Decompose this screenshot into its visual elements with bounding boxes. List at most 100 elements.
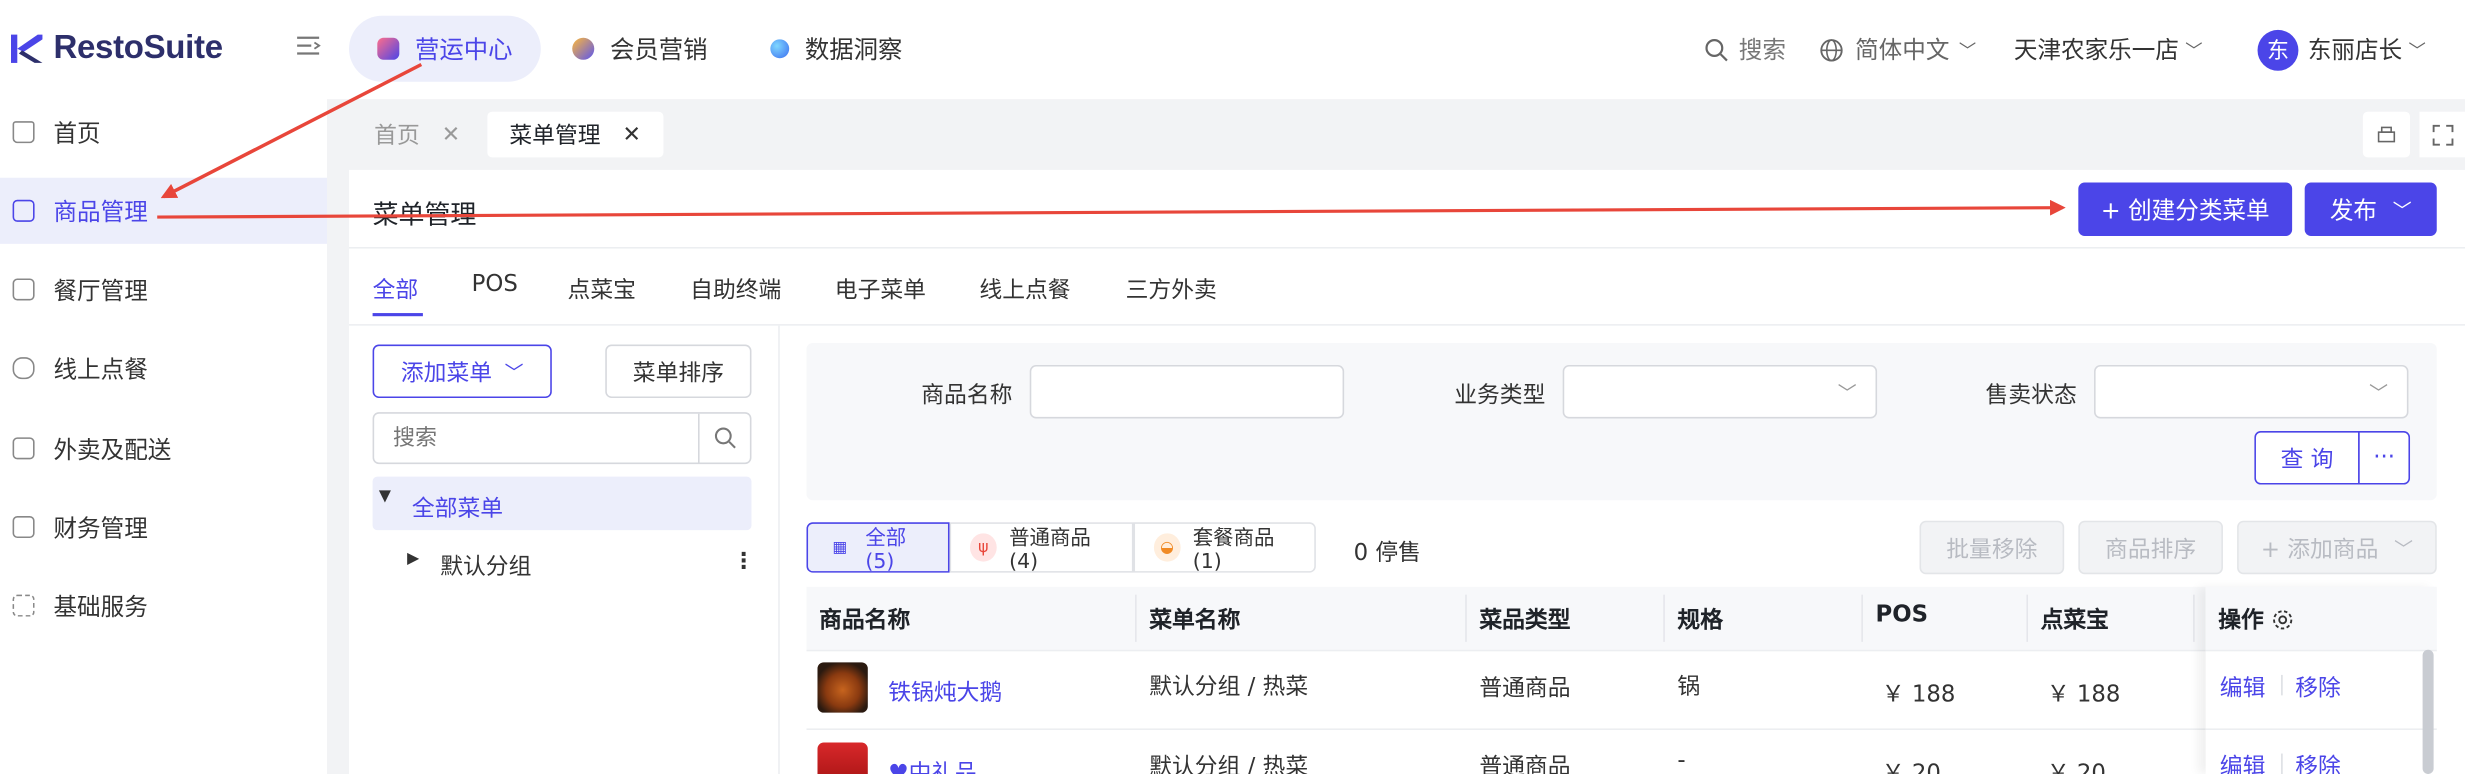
sidebar-item-home[interactable]: 首页 (0, 99, 327, 165)
query-button[interactable]: 查 询 (2254, 431, 2360, 485)
product-sort-button[interactable]: 商品排序 (2078, 520, 2223, 575)
page-tab-home[interactable]: 首页 ✕ (352, 112, 482, 158)
business-type-select[interactable]: ﹀ (1562, 364, 1878, 419)
sidebar-item-label: 基础服务 (53, 592, 148, 621)
more-filters-button[interactable]: ··· (2358, 431, 2411, 485)
sale-status-select[interactable]: ﹀ (2094, 364, 2409, 419)
column-separator (1465, 594, 1467, 642)
global-search[interactable]: 搜索 (1704, 0, 1786, 99)
sidebar-item-restaurant[interactable]: 餐厅管理 (0, 256, 327, 322)
cube-icon (377, 37, 400, 60)
product-thumbnail (817, 742, 868, 774)
create-category-menu-button[interactable]: + 创建分类菜单 (2078, 182, 2293, 236)
add-product-button[interactable]: + 添加商品 ﹀ (2237, 520, 2437, 575)
print-icon[interactable] (2362, 111, 2411, 158)
tab-e-menu[interactable]: 电子菜单 (835, 272, 926, 305)
top-nav-operations[interactable]: 营运中心 (349, 15, 541, 82)
product-name-link[interactable]: 铁锅炖大鹅 (888, 675, 1002, 708)
language-select[interactable]: 简体中文 ﹀ (1819, 0, 1976, 99)
remove-link[interactable]: 移除 (2295, 670, 2341, 703)
search-icon (1705, 38, 1728, 61)
page-tab-label: 菜单管理 (509, 124, 601, 150)
store-label: 天津农家乐一店 (2013, 36, 2179, 65)
divider (349, 324, 2465, 326)
edit-link[interactable]: 编辑 (2220, 670, 2266, 703)
product-name-input[interactable] (1029, 364, 1345, 419)
store-icon (12, 278, 35, 301)
publish-button[interactable]: 发布 ﹀ (2304, 182, 2437, 236)
caret-right-icon[interactable]: ▶ (407, 551, 419, 568)
store-select[interactable]: 天津农家乐一店 ﹀ (2014, 0, 2203, 99)
row-divider (2205, 728, 2437, 730)
product-type-cell: 普通商品 (1479, 755, 1571, 774)
sidebar-item-online-order[interactable]: 线上点餐 (0, 335, 327, 401)
gear-icon[interactable] (2272, 608, 2294, 630)
chevron-down-icon: ﹀ (2408, 40, 2426, 61)
tab-all[interactable]: 全部 (373, 272, 419, 305)
tab-online-order[interactable]: 线上点餐 (979, 272, 1070, 305)
stop-sale-count: 0 停售 (1353, 541, 1421, 567)
menu-search (372, 412, 752, 465)
sidebar-item-basic-services[interactable]: 基础服务 (0, 573, 327, 639)
brand-logo[interactable]: RestoSuite (9, 22, 223, 75)
sidebar-item-products[interactable]: 商品管理 (0, 177, 327, 244)
top-bar: RestoSuite 营运中心 会员营销 数据洞察 搜索 简体中文 ﹀ 天津农家… (0, 0, 2465, 100)
divider (349, 246, 2465, 249)
caret-down-icon[interactable]: ▼ (379, 488, 391, 505)
sidebar-item-label: 商品管理 (53, 197, 148, 226)
segment-combo[interactable]: ◒ 套餐商品(1) (1133, 522, 1316, 574)
tab-kiosk[interactable]: 自助终端 (690, 272, 781, 305)
collapse-sidebar-icon[interactable] (296, 35, 321, 63)
language-label: 简体中文 (1855, 36, 1950, 65)
chevron-down-icon: ﹀ (504, 361, 524, 384)
chevron-down-icon: ﹀ (2394, 537, 2414, 560)
more-vertical-icon[interactable]: ⋮ (733, 549, 755, 574)
tree-root-label: 全部菜单 (411, 497, 504, 523)
sale-status-label: 售卖状态 (1985, 383, 2077, 410)
top-nav-data-insight[interactable]: 数据洞察 (742, 16, 931, 82)
add-product-label: + 添加商品 (2260, 537, 2379, 563)
tab-third-party-delivery[interactable]: 三方外卖 (1126, 272, 1217, 305)
sidebar-item-label: 首页 (53, 118, 101, 148)
column-separator (1861, 594, 1863, 642)
sidebar-item-label: 财务管理 (53, 513, 148, 542)
tab-dcb[interactable]: 点菜宝 (568, 272, 636, 305)
top-nav-label: 会员营销 (609, 36, 708, 65)
orb-icon (770, 39, 790, 59)
sidebar-item-label: 线上点餐 (53, 354, 148, 384)
sidebar-item-finance[interactable]: 财务管理 (0, 494, 327, 560)
batch-remove-button[interactable]: 批量移除 (1919, 520, 2065, 575)
column-separator (1135, 594, 1137, 642)
add-menu-button[interactable]: 添加菜单 ﹀ (372, 344, 552, 399)
close-icon[interactable]: ✕ (623, 122, 641, 147)
segment-regular[interactable]: ψ 普通商品(4) (949, 522, 1134, 574)
fullscreen-icon[interactable] (2419, 111, 2465, 158)
sidebar-item-label: 外卖及配送 (53, 434, 172, 464)
bag-icon (12, 437, 35, 460)
segment-all[interactable]: ▦ 全部(5) (806, 522, 950, 574)
tab-pos[interactable]: POS (472, 272, 518, 297)
product-type-cell: 普通商品 (1479, 676, 1571, 702)
add-menu-label: 添加菜单 (400, 361, 493, 387)
close-icon[interactable]: ✕ (442, 122, 460, 147)
tree-node-default-group[interactable]: 默认分组 (440, 549, 531, 582)
product-thumbnail (817, 662, 868, 713)
user-menu[interactable]: 东 东丽店长 ﹀ (2257, 0, 2426, 99)
edit-link[interactable]: 编辑 (2220, 749, 2266, 774)
product-name-link[interactable]: ♥中礼品 (888, 755, 977, 774)
column-header: 操作 (2218, 608, 2264, 634)
menu-sort-button[interactable]: 菜单排序 (605, 344, 752, 399)
menu-name-cell: 默认分组 / 热菜 (1149, 755, 1309, 774)
scrollbar[interactable] (2422, 649, 2434, 774)
search-icon[interactable] (714, 426, 738, 456)
user-name: 东丽店长 (2307, 36, 2403, 65)
remove-link[interactable]: 移除 (2295, 749, 2341, 774)
top-nav-member-marketing[interactable]: 会员营销 (544, 16, 736, 82)
page-tab-menu-management[interactable]: 菜单管理 ✕ (487, 111, 664, 158)
menu-search-input[interactable] (374, 413, 699, 463)
bowl-icon: ◒ (1153, 533, 1181, 562)
panel-divider (778, 325, 780, 774)
sidebar-item-delivery[interactable]: 外卖及配送 (0, 415, 327, 481)
spec-cell: - (1677, 748, 1686, 774)
chevron-down-icon: ﹀ (1958, 40, 1977, 61)
